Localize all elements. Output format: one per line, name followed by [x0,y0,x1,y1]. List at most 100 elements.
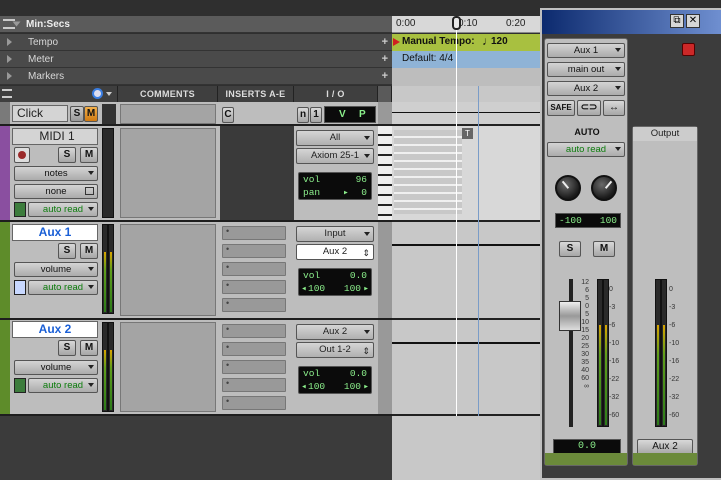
aux2-lane[interactable] [392,320,542,416]
midi-region[interactable]: T [392,126,542,222]
record-safe-icon[interactable] [682,43,695,56]
aux2-mute-button[interactable]: M [80,340,98,356]
strip-solo-button[interactable]: S [559,241,581,257]
midi1-pan-value[interactable]: 0 [361,186,367,199]
meter-lane[interactable]: Default: 4/4 [392,51,542,68]
output-channel-strip[interactable]: Output 0 -3 -6 -10 -16 -22 -32 -60 Aux 2 [632,126,698,466]
io-header[interactable]: I / O [294,86,378,102]
aux1-pan-right[interactable]: 100 [344,282,361,295]
meter-add-icon[interactable]: + [382,53,388,65]
click-comments-field[interactable] [120,104,216,124]
aux1-mute-button[interactable]: M [80,243,98,259]
pan-right-knob[interactable] [591,175,617,201]
aux2-comments-field[interactable] [120,322,216,412]
aux2-solo-button[interactable]: S [58,340,76,356]
aux1-track[interactable]: Aux 1 S M volume auto read Input Aux 2⇕ … [0,222,392,320]
close-icon[interactable]: ✕ [686,14,700,28]
header-dropdown-icon[interactable] [106,92,112,96]
midi1-output-select[interactable]: Axiom 25-1 [296,148,374,164]
comments-header[interactable]: COMMENTS [118,86,218,102]
aux1-comments-field[interactable] [120,224,216,316]
aux1-input-select[interactable]: Input [296,226,374,242]
aux2-view-select[interactable]: volume [14,360,98,375]
click-insert-c[interactable]: C [222,107,234,123]
aux1-output-link-icon[interactable]: ⇕ [362,246,370,260]
aux1-pan-left[interactable]: 100 [308,282,325,295]
click-lane[interactable] [392,102,542,126]
tempo-add-icon[interactable]: + [382,36,388,48]
meter-ruler[interactable]: Meter + [0,51,392,68]
playhead-cursor-icon[interactable] [452,16,461,30]
timebase-ruler[interactable]: Min:Secs [0,16,392,33]
restore-icon[interactable]: ⧉ [670,14,684,28]
ruler-time-strip[interactable]: 0:00 0:10 0:20 [392,16,542,33]
mixer-titlebar[interactable]: ⧉ ✕ [542,10,721,34]
aux2-automation-icon[interactable] [14,378,26,393]
aux2-track-name[interactable]: Aux 2 [12,321,98,338]
midi1-track[interactable]: MIDI 1 S M notes none auto read All Axio… [0,126,392,222]
aux2-auto-select[interactable]: auto read [28,378,98,393]
markers-expand-icon[interactable] [7,72,12,80]
click-n-button[interactable]: n [297,107,309,123]
strip-send-select[interactable]: Aux 2 [547,81,625,96]
track-options-icon[interactable] [2,89,12,98]
pan-left-knob[interactable] [555,175,581,201]
click-track-name[interactable]: Click [12,105,68,122]
midi1-mute-button[interactable]: M [80,147,98,163]
aux1-lane[interactable] [392,222,542,320]
midi1-track-name[interactable]: MIDI 1 [12,128,98,145]
aux2-insert-e[interactable] [222,396,286,410]
aux2-insert-c[interactable] [222,360,286,374]
midi1-piano-keys[interactable] [378,126,392,220]
midi1-solo-button[interactable]: S [58,147,76,163]
click-num-button[interactable]: 1 [310,107,322,123]
aux1-view-select[interactable]: volume [14,262,98,277]
link-icon[interactable]: ⊂⊃ [577,100,601,116]
aux1-volpan-display[interactable]: vol 0.0 ◂ 100 100 ▸ [298,268,372,296]
click-mute-button[interactable]: M [84,106,98,122]
meter-expand-icon[interactable] [7,55,12,63]
ruler-expand-icon[interactable] [12,21,21,27]
tempo-expand-icon[interactable] [7,38,12,46]
aux2-pan-left[interactable]: 100 [308,380,325,393]
midi1-view-select[interactable]: notes [14,166,98,181]
tempo-ruler[interactable]: Tempo + [0,34,392,51]
safe-button[interactable]: SAFE [547,100,575,116]
aux1-auto-select[interactable]: auto read [28,280,98,295]
midi1-patch-select[interactable]: none [14,184,98,199]
click-vp-display[interactable]: V P [324,106,376,123]
aux1-track-name[interactable]: Aux 1 [12,224,98,241]
click-solo-button[interactable]: S [70,106,84,122]
aux2-insert-d[interactable] [222,378,286,392]
tempo-marker-icon[interactable] [393,38,400,46]
markers-ruler[interactable]: Markers + [0,68,392,85]
aux1-insert-b[interactable] [222,244,286,258]
aux1-insert-e[interactable] [222,298,286,312]
midi1-input-select[interactable]: All [296,130,374,146]
playhead-line[interactable] [456,16,457,416]
aux2-output-link-icon[interactable]: ⇕ [362,344,370,358]
aux1-solo-button[interactable]: S [58,243,76,259]
aux1-insert-c[interactable] [222,262,286,276]
inserts-header[interactable]: INSERTS A-E [218,86,294,102]
clock-icon[interactable] [92,88,103,99]
width-icon[interactable]: ↔ [603,100,625,116]
aux1-insert-d[interactable] [222,280,286,294]
aux2-vol-value[interactable]: 0.0 [350,367,367,380]
aux2-input-select[interactable]: Aux 2 [296,324,374,340]
midi1-volpan-display[interactable]: vol 96 pan ▸ 0 [298,172,372,200]
aux2-volpan-display[interactable]: vol 0.0 ◂ 100 100 ▸ [298,366,372,394]
strip-output-select[interactable]: main out [547,62,625,77]
aux2-output-select[interactable]: Out 1-2 ⇕ [296,342,374,358]
edit-timeline[interactable]: T [392,86,542,416]
strip-auto-select[interactable]: auto read [547,142,625,157]
pan-readout[interactable]: -100 100 [555,213,621,228]
patch-browser-icon[interactable] [85,187,94,195]
strip-mute-button[interactable]: M [593,241,615,257]
aux1-output-select[interactable]: Aux 2 ⇕ [296,244,374,260]
tracklist-header[interactable] [0,86,118,102]
aux1-automation-icon[interactable] [14,280,26,295]
aux2-insert-b[interactable] [222,342,286,356]
aux2-track[interactable]: Aux 2 S M volume auto read Aux 2 Out 1-2… [0,320,392,416]
markers-add-icon[interactable]: + [382,70,388,82]
